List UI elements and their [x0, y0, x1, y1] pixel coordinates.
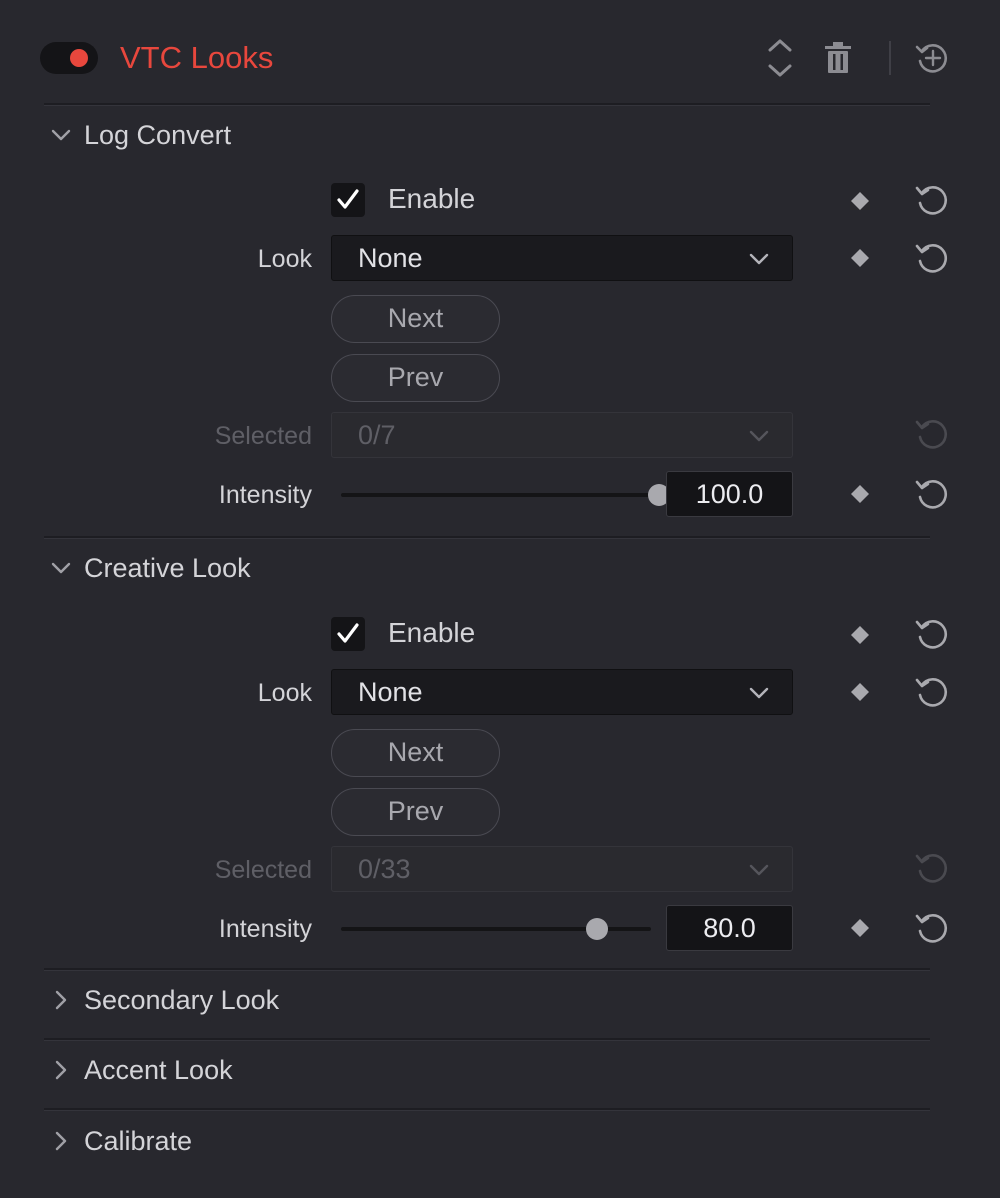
section-header-calibrate[interactable]: Calibrate: [48, 1121, 192, 1161]
section-title: Secondary Look: [84, 984, 280, 1015]
chevron-right-icon: [55, 990, 67, 1010]
intensity-value-field[interactable]: 80.0: [666, 905, 793, 951]
enable-checkbox[interactable]: [331, 183, 365, 217]
next-button[interactable]: Next: [331, 295, 500, 343]
reorder-arrows-icon[interactable]: [764, 38, 796, 78]
header-separator: [889, 41, 891, 75]
chevron-down-icon: [749, 864, 769, 876]
intensity-label: Intensity: [218, 915, 312, 943]
keyframe-diamond-icon[interactable]: [850, 484, 870, 504]
look-dropdown-value: None: [358, 677, 423, 707]
keyframe-diamond-icon[interactable]: [850, 682, 870, 702]
section-title: Creative Look: [84, 552, 251, 583]
toggle-indicator-dot: [70, 49, 88, 67]
chevron-down-icon: [51, 129, 71, 141]
chevron-down-icon: [749, 430, 769, 442]
keyframe-diamond-icon[interactable]: [850, 248, 870, 268]
reset-icon: [913, 849, 951, 887]
keyframe-diamond-icon[interactable]: [850, 918, 870, 938]
look-dropdown[interactable]: None: [331, 235, 793, 281]
trash-icon[interactable]: [825, 42, 851, 74]
section-header-creative-look[interactable]: Creative Look: [48, 548, 251, 588]
chevron-down-icon: [51, 562, 71, 574]
enable-label: Enable: [388, 183, 476, 214]
prev-button[interactable]: Prev: [331, 788, 500, 836]
look-label: Look: [257, 679, 312, 707]
selected-label: Selected: [214, 856, 312, 884]
intensity-label: Intensity: [218, 481, 312, 509]
section-title: Log Convert: [84, 119, 232, 150]
keyframe-diamond-icon[interactable]: [850, 191, 870, 211]
checkmark-icon: [337, 189, 359, 209]
node-enable-toggle[interactable]: [40, 42, 98, 74]
selected-value: 0/33: [358, 854, 411, 884]
chevron-right-icon: [55, 1131, 67, 1151]
chevron-down-icon: [749, 687, 769, 699]
checkmark-icon: [337, 623, 359, 643]
intensity-slider[interactable]: [341, 484, 670, 506]
section-header-log-convert[interactable]: Log Convert: [48, 115, 231, 155]
section-divider: [44, 1038, 930, 1041]
slider-thumb[interactable]: [586, 918, 608, 940]
enable-label: Enable: [388, 617, 476, 648]
section-title: Accent Look: [84, 1054, 233, 1085]
reset-add-icon[interactable]: [914, 39, 952, 77]
enable-checkbox[interactable]: [331, 617, 365, 651]
reset-icon[interactable]: [913, 475, 951, 513]
look-dropdown-value: None: [358, 243, 423, 273]
selected-dropdown: 0/7: [331, 412, 793, 458]
section-header-accent-look[interactable]: Accent Look: [48, 1050, 233, 1090]
chevron-down-icon: [749, 253, 769, 265]
reset-icon[interactable]: [913, 239, 951, 277]
next-button[interactable]: Next: [331, 729, 500, 777]
reset-icon[interactable]: [913, 909, 951, 947]
selected-value: 0/7: [358, 420, 396, 450]
effect-title: VTC Looks: [120, 40, 274, 75]
keyframe-diamond-icon[interactable]: [850, 625, 870, 645]
reset-icon: [913, 415, 951, 453]
reset-icon[interactable]: [913, 181, 951, 219]
section-divider: [44, 103, 930, 106]
section-divider: [44, 968, 930, 971]
prev-button[interactable]: Prev: [331, 354, 500, 402]
section-header-secondary-look[interactable]: Secondary Look: [48, 980, 279, 1020]
section-title: Calibrate: [84, 1125, 193, 1156]
chevron-right-icon: [55, 1060, 67, 1080]
reset-icon[interactable]: [913, 615, 951, 653]
intensity-value-field[interactable]: 100.0: [666, 471, 793, 517]
intensity-slider[interactable]: [341, 918, 651, 940]
selected-label: Selected: [214, 422, 312, 450]
selected-dropdown: 0/33: [331, 846, 793, 892]
section-divider: [44, 536, 930, 539]
reset-icon[interactable]: [913, 673, 951, 711]
section-divider: [44, 1108, 930, 1111]
look-dropdown[interactable]: None: [331, 669, 793, 715]
look-label: Look: [257, 245, 312, 273]
